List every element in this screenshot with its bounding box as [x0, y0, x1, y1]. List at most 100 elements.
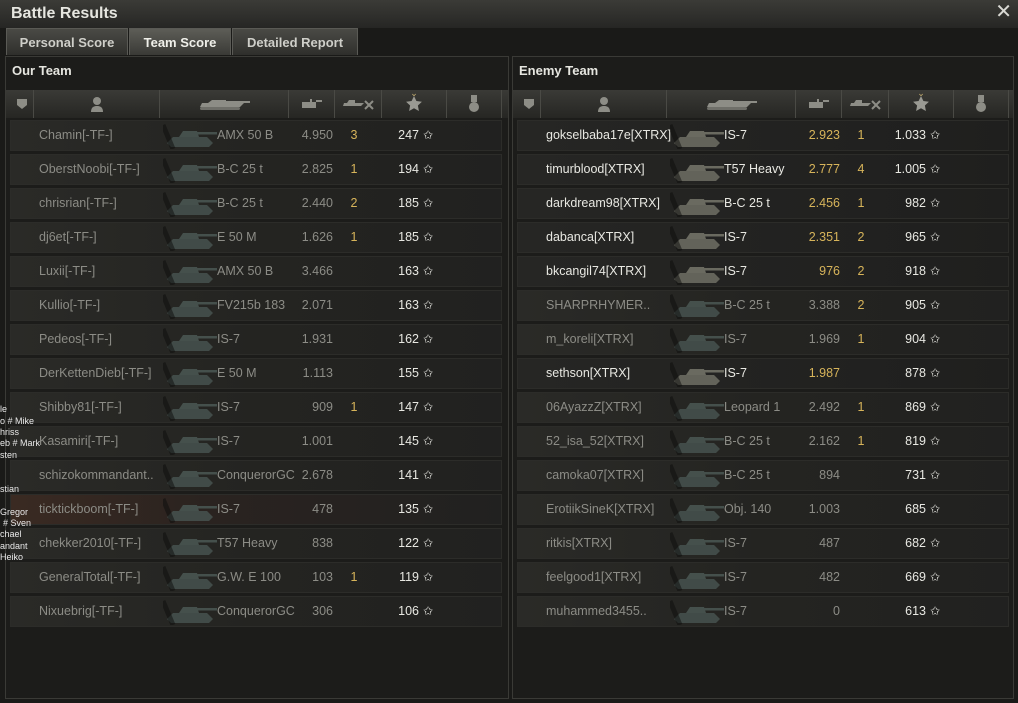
- xp-value: 147: [398, 400, 419, 414]
- xp-star-icon: ✩: [930, 264, 941, 278]
- enemy-player-row[interactable]: darkdream98[XTRX] B-C 25 t 2.456 1 982 ✩: [517, 188, 1009, 219]
- enemy-player-row[interactable]: ritkis[XTRX] IS-7 487 682 ✩: [517, 528, 1009, 559]
- damage-value: 2.440: [301, 196, 333, 210]
- our-player-row[interactable]: DerKettenDieb[-TF-] E 50 M 1.113 155 ✩: [10, 358, 502, 389]
- kills-icon: [341, 97, 375, 111]
- tank-image-icon: [667, 599, 726, 626]
- enemy-player-row[interactable]: camoka07[XTRX] B-C 25 t 894 731 ✩: [517, 460, 1009, 491]
- damage-value: 478: [312, 502, 333, 516]
- our-player-row[interactable]: Shibby81[-TF-] IS-7 909 1 147 ✩: [10, 392, 502, 423]
- enemy-player-row[interactable]: muhammed3455.. IS-7 0 613 ✩: [517, 596, 1009, 627]
- damage-value: 3.388: [808, 298, 840, 312]
- enemy-player-row[interactable]: gokselbaba17e[XTRX] IS-7 2.923 1 1.033 ✩: [517, 120, 1009, 151]
- enemy-player-row[interactable]: 52_isa_52[XTRX] B-C 25 t 2.162 1 819 ✩: [517, 426, 1009, 457]
- damage-value: 4.950: [301, 128, 333, 142]
- overlay-text-fragment: andant: [0, 541, 28, 551]
- xp-value: 163: [398, 264, 419, 278]
- tank-image-icon: [667, 259, 726, 286]
- tank-name: Leopard 1: [724, 400, 781, 414]
- damage-value: 1.969: [808, 332, 840, 346]
- header-medal-column[interactable]: [447, 90, 502, 118]
- header-vehicle-type-column[interactable]: [10, 90, 34, 118]
- xp-star-icon: ✩: [930, 162, 941, 176]
- damage-value: 1.987: [808, 366, 840, 380]
- enemy-player-row[interactable]: m_koreli[XTRX] IS-7 1.969 1 904 ✩: [517, 324, 1009, 355]
- our-player-row[interactable]: Luxii[-TF-] AMX 50 B 3.466 163 ✩: [10, 256, 502, 287]
- enemy-player-row[interactable]: sethson[XTRX] IS-7 1.987 878 ✩: [517, 358, 1009, 389]
- our-player-row[interactable]: OberstNoobi[-TF-] B-C 25 t 2.825 1 194 ✩: [10, 154, 502, 185]
- player-name: DerKettenDieb[-TF-]: [39, 366, 152, 380]
- damage-value: 2.678: [301, 468, 333, 482]
- kills-value: 1: [350, 400, 358, 414]
- enemy-player-row[interactable]: feelgood1[XTRX] IS-7 482 669 ✩: [517, 562, 1009, 593]
- xp-value: 685: [905, 502, 926, 516]
- player-name: muhammed3455..: [546, 604, 647, 618]
- player-name: OberstNoobi[-TF-]: [39, 162, 140, 176]
- our-player-row[interactable]: Chamin[-TF-] AMX 50 B 4.950 3 247 ✩: [10, 120, 502, 151]
- header-player-column[interactable]: [541, 90, 667, 118]
- tab-detailed-report[interactable]: Detailed Report: [232, 28, 358, 55]
- tank-image-icon: [160, 395, 219, 422]
- xp-star-icon: ✩: [930, 502, 941, 516]
- damage-value: 2.162: [808, 434, 840, 448]
- medal-icon: [975, 95, 987, 113]
- header-kills-column[interactable]: [335, 90, 382, 118]
- header-tank-column[interactable]: [667, 90, 796, 118]
- xp-star-icon: ✩: [423, 502, 434, 516]
- our-player-row[interactable]: chekker2010[-TF-] T57 Heavy 838 122 ✩: [10, 528, 502, 559]
- our-player-row[interactable]: Nixuebrig[-TF-] ConquerorGC 306 106 ✩: [10, 596, 502, 627]
- xp-value: 145: [398, 434, 419, 448]
- tank-name: B-C 25 t: [724, 298, 770, 312]
- header-damage-column[interactable]: [796, 90, 842, 118]
- enemy-player-row[interactable]: 06AyazzZ[XTRX] Leopard 1 2.492 1 869 ✩: [517, 392, 1009, 423]
- tank-name: B-C 25 t: [724, 196, 770, 210]
- header-tank-column[interactable]: [160, 90, 289, 118]
- xp-value: 155: [398, 366, 419, 380]
- tank-name: B-C 25 t: [724, 468, 770, 482]
- header-player-column[interactable]: [34, 90, 160, 118]
- header-vehicle-type-column[interactable]: [517, 90, 541, 118]
- player-name: Kullio[-TF-]: [39, 298, 101, 312]
- player-name: camoka07[XTRX]: [546, 468, 644, 482]
- tab-personal-score[interactable]: Personal Score: [6, 28, 128, 55]
- our-player-row[interactable]: schizokommandant.. ConquerorGC 2.678 141 ✩: [10, 460, 502, 491]
- header-medal-column[interactable]: [954, 90, 1009, 118]
- enemy-player-row[interactable]: SHARPRHYMER.. B-C 25 t 3.388 2 905 ✩: [517, 290, 1009, 321]
- our-player-row[interactable]: chrisrian[-TF-] B-C 25 t 2.440 2 185 ✩: [10, 188, 502, 219]
- xp-value: 119: [399, 570, 419, 584]
- xp-star-icon: ✩: [930, 468, 941, 482]
- damage-value: 2.351: [808, 230, 840, 244]
- header-xp-star-column[interactable]: ⌄: [889, 88, 954, 118]
- tank-image-icon: [667, 463, 726, 490]
- enemy-team-title: Enemy Team: [519, 63, 599, 78]
- player-name: Shibby81[-TF-]: [39, 400, 122, 414]
- player-name: chrisrian[-TF-]: [39, 196, 117, 210]
- our-player-row[interactable]: ticktickboom[-TF-] IS-7 478 135 ✩: [10, 494, 502, 525]
- vehicle-type-icon: [522, 97, 536, 111]
- damage-value: 2.492: [808, 400, 840, 414]
- our-player-row[interactable]: GeneralTotal[-TF-] G.W. E 100 103 1 119 ✩: [10, 562, 502, 593]
- our-player-row[interactable]: Kullio[-TF-] FV215b 183 2.071 163 ✩: [10, 290, 502, 321]
- enemy-player-row[interactable]: ErotiikSineK[XTRX] Obj. 140 1.003 685 ✩: [517, 494, 1009, 525]
- tank-image-icon: [160, 429, 219, 456]
- enemy-player-row[interactable]: dabanca[XTRX] IS-7 2.351 2 965 ✩: [517, 222, 1009, 253]
- enemy-player-row[interactable]: timurblood[XTRX] T57 Heavy 2.777 4 1.005 ✩: [517, 154, 1009, 185]
- tab-team-score[interactable]: Team Score: [129, 28, 231, 55]
- xp-star-icon: ✩: [930, 230, 941, 244]
- kills-value: 2: [857, 264, 865, 278]
- header-kills-column[interactable]: [842, 90, 889, 118]
- our-player-row[interactable]: Kasamiri[-TF-] IS-7 1.001 145 ✩: [10, 426, 502, 457]
- tank-image-icon: [667, 497, 726, 524]
- player-name: dabanca[XTRX]: [546, 230, 635, 244]
- header-xp-star-column[interactable]: ⌄: [382, 88, 447, 118]
- our-player-row[interactable]: dj6et[-TF-] E 50 M 1.626 1 185 ✩: [10, 222, 502, 253]
- our-player-row[interactable]: Pedeos[-TF-] IS-7 1.931 162 ✩: [10, 324, 502, 355]
- xp-star-icon: ✩: [423, 128, 434, 142]
- overlay-text-fragment: Heiko: [0, 552, 24, 562]
- damage-value: 1.003: [808, 502, 840, 516]
- close-icon[interactable]: ✕: [995, 2, 1012, 22]
- header-damage-column[interactable]: [289, 90, 335, 118]
- enemy-player-row[interactable]: bkcangil74[XTRX] IS-7 976 2 918 ✩: [517, 256, 1009, 287]
- kills-value: 2: [350, 196, 358, 210]
- player-name: timurblood[XTRX]: [546, 162, 645, 176]
